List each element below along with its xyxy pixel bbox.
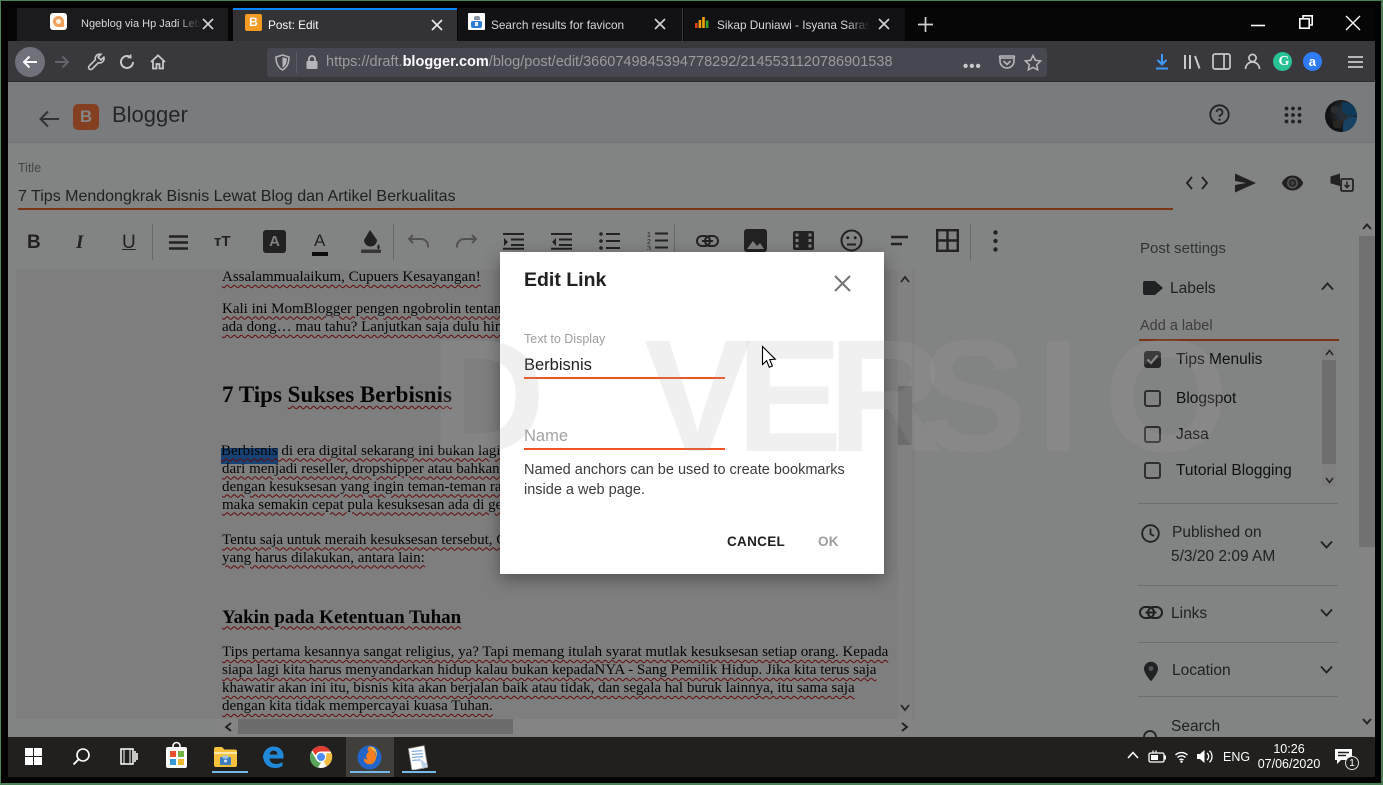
svg-text:D: D	[430, 306, 546, 485]
svg-text:E: E	[736, 306, 843, 485]
svg-text:O: O	[1104, 306, 1228, 485]
svg-text:S: S	[920, 306, 1027, 485]
svg-text:I: I	[1036, 306, 1080, 485]
svg-text:V: V	[644, 306, 751, 485]
